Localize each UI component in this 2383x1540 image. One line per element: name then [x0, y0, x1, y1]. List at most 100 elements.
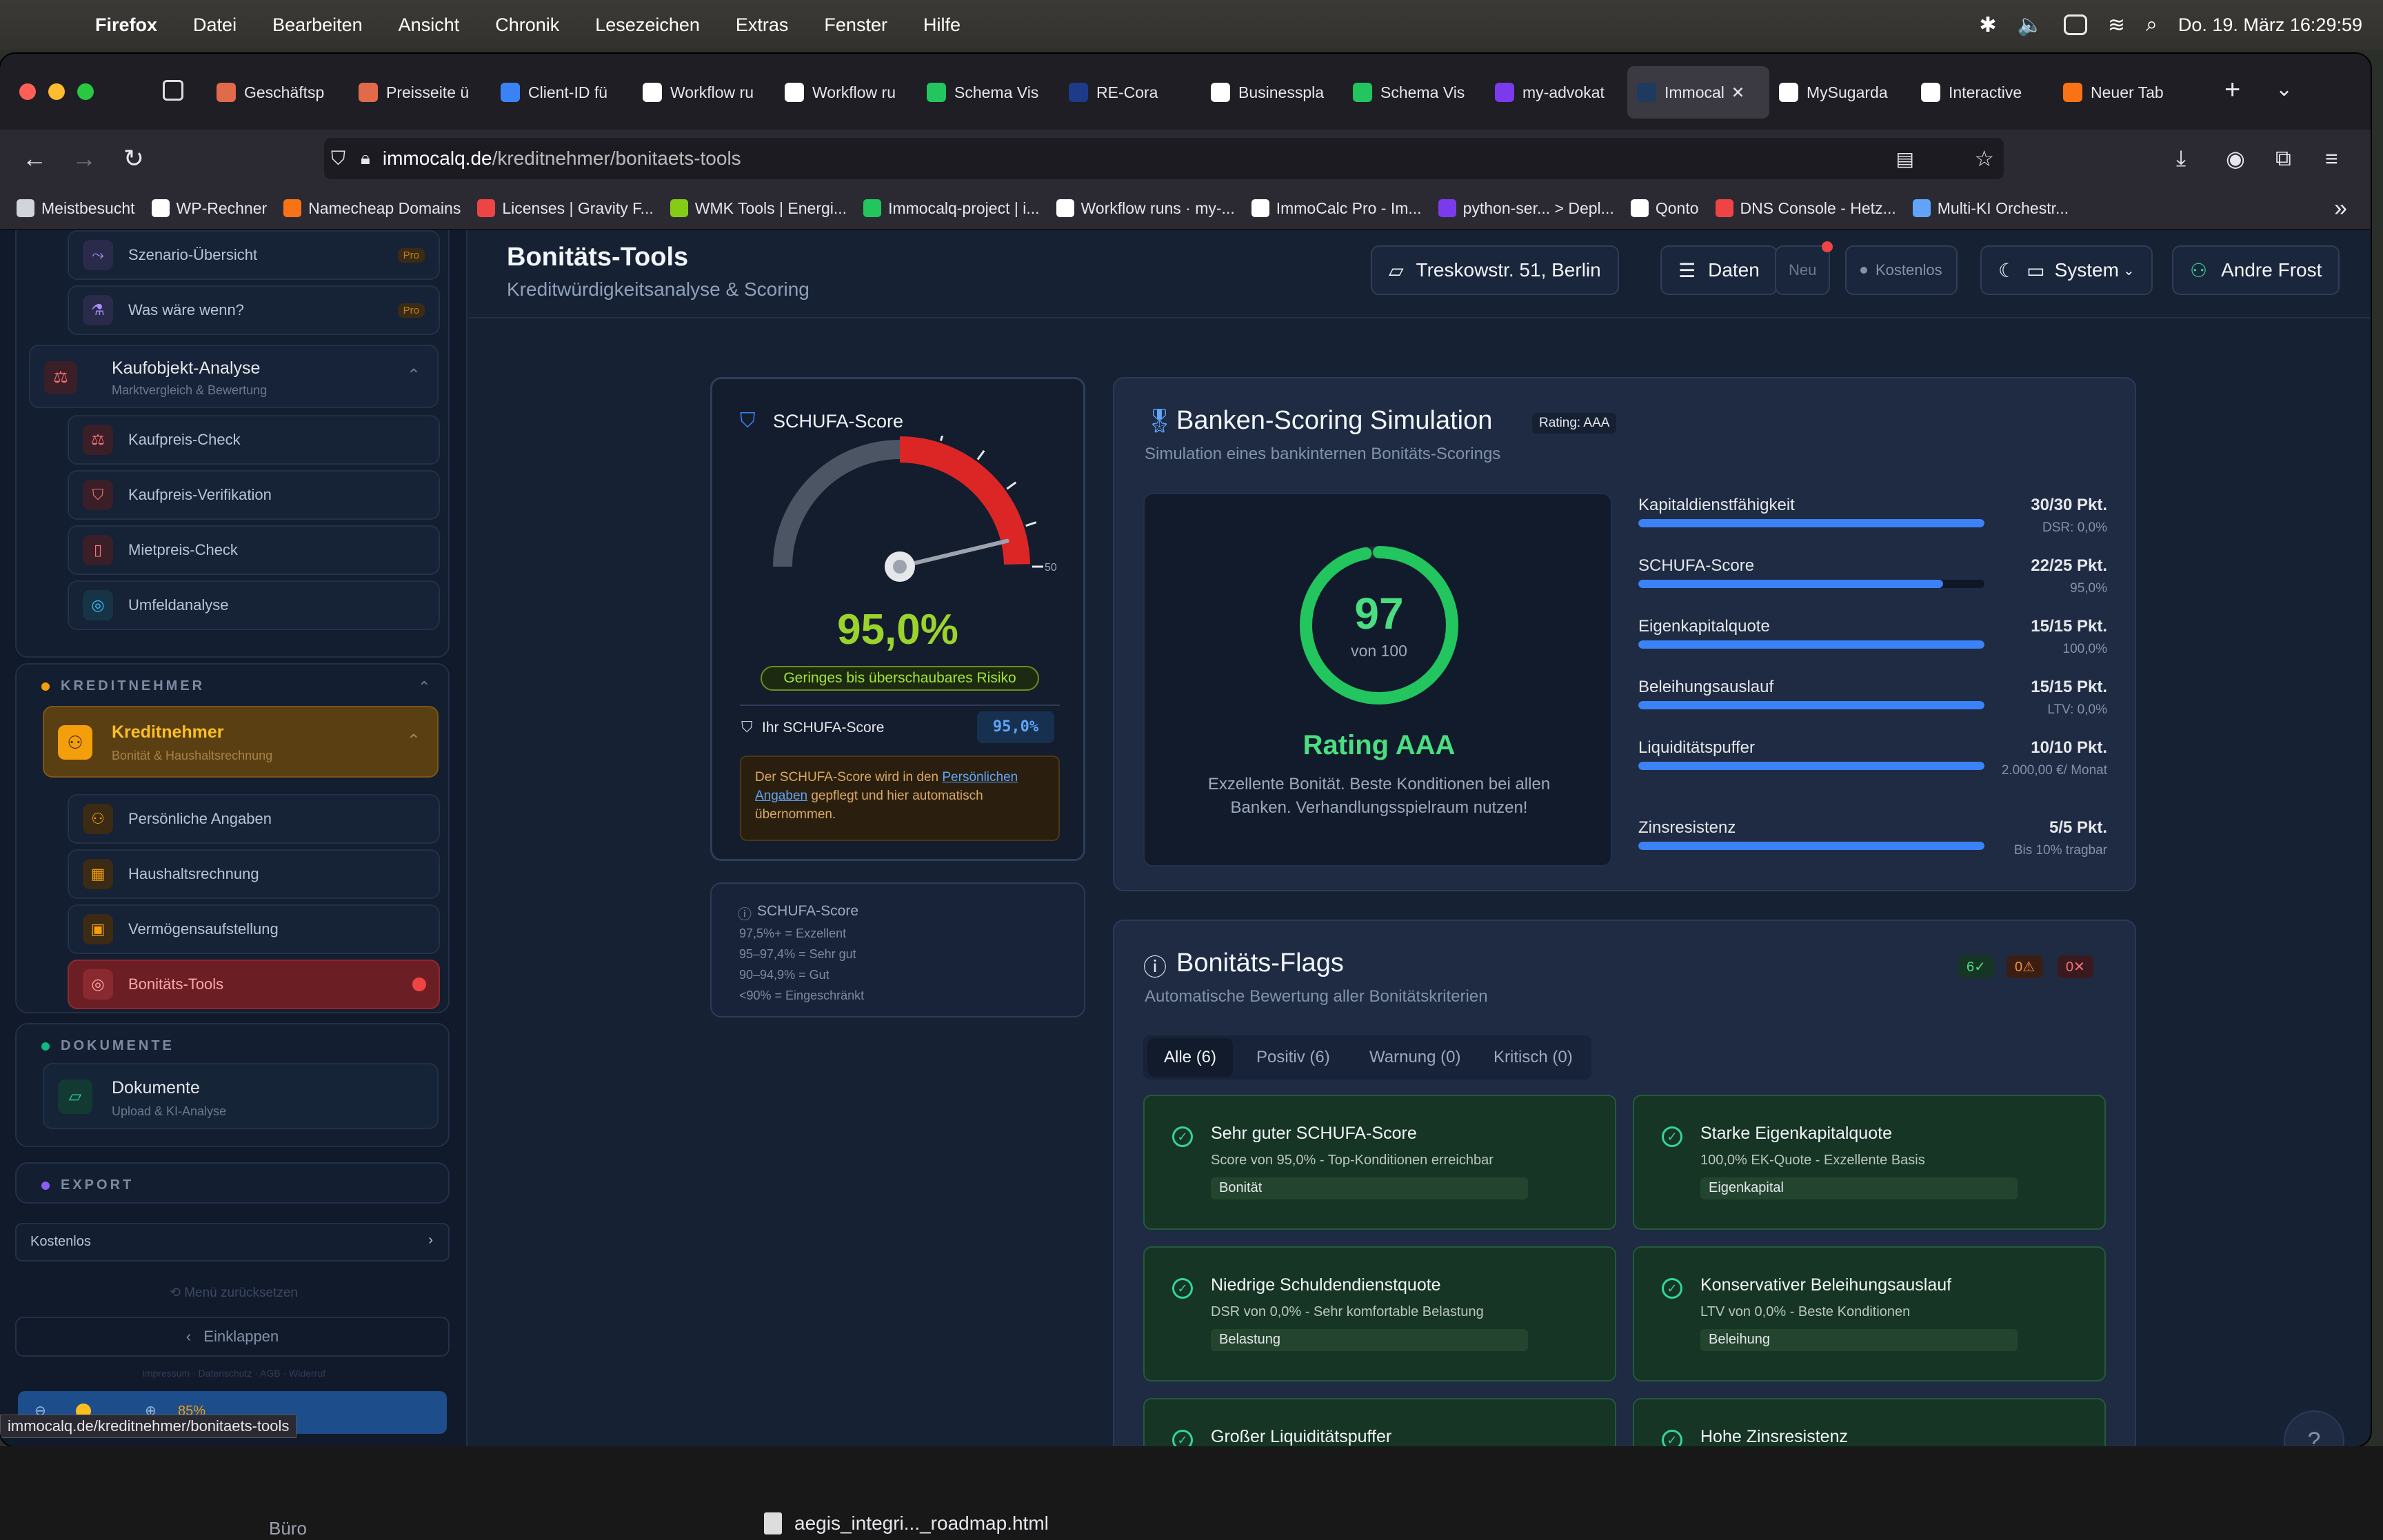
- bookmark-item[interactable]: WP-Rechner: [151, 199, 267, 218]
- bookmarks-overflow-icon[interactable]: »: [2334, 195, 2347, 222]
- flag-card[interactable]: ✓ Niedrige Schuldendienstquote DSR von 0,0…: [1143, 1246, 1616, 1381]
- browser-tab[interactable]: Preisseite ü: [349, 66, 491, 119]
- menu-ansicht[interactable]: Ansicht: [399, 14, 460, 36]
- sidebar-heading-kreditnehmer[interactable]: KREDITNEHMER: [41, 678, 205, 694]
- sidebar-item-was-waere-wenn[interactable]: ⚗ Was wäre wenn? Pro: [68, 285, 440, 335]
- menu-fenster[interactable]: Fenster: [824, 14, 887, 36]
- browser-tab[interactable]: Businesspla: [1201, 66, 1343, 119]
- reload-button[interactable]: ↻: [109, 144, 159, 173]
- new-button[interactable]: Neu: [1775, 241, 1833, 295]
- sidebar-item-bonitaets-tools[interactable]: ◎ Bonitäts-Tools: [68, 960, 440, 1009]
- sidebar-item-umfeldanalyse[interactable]: ◎ Umfeldanalyse: [68, 580, 440, 630]
- tab-list-chevron-icon[interactable]: ⌄: [2275, 77, 2293, 101]
- dock-folder-label[interactable]: Büro: [269, 1518, 307, 1539]
- chevron-up-icon[interactable]: ⌃: [407, 731, 421, 751]
- menu-bearbeiten[interactable]: Bearbeiten: [272, 14, 363, 36]
- menu-extras[interactable]: Extras: [736, 14, 789, 36]
- sidebar-item-persoenliche-angaben[interactable]: ⚇ Persönliche Angaben: [68, 794, 440, 844]
- url-bar[interactable]: ⛉ 🔒︎ immocalq.de /kreditnehmer/bonitaets…: [324, 138, 2004, 179]
- clock[interactable]: Do. 19. März 16:29:59: [2178, 14, 2362, 36]
- reset-menu-button[interactable]: ⟲ Menü zurücksetzen: [0, 1285, 467, 1301]
- bookmark-item[interactable]: ImmoCalc Pro - Im...: [1251, 199, 1422, 218]
- browser-tab[interactable]: my-advokat: [1485, 66, 1627, 119]
- sidebar-item-kaufpreis-verifikation[interactable]: ⛉ Kaufpreis-Verifikation: [68, 470, 440, 520]
- browser-tab[interactable]: Immocal ✕: [1627, 66, 1769, 119]
- chevron-up-icon[interactable]: ⌃: [407, 365, 421, 385]
- sidebar-section-dokumente[interactable]: ▱ Dokumente Upload & KI-Analyse: [43, 1063, 439, 1129]
- collapse-sidebar-button[interactable]: ‹ Einklappen: [15, 1317, 450, 1357]
- wifi-icon[interactable]: ≋: [2108, 13, 2125, 37]
- dock-file-label[interactable]: aegis_integri..._roadmap.html: [794, 1512, 1049, 1534]
- volume-icon[interactable]: 🔈: [2018, 13, 2043, 37]
- bluetooth-icon[interactable]: ✱: [1979, 13, 1996, 37]
- footer-links[interactable]: Impressum · Datenschutz · AGB · Widerruf: [0, 1368, 467, 1379]
- flag-card[interactable]: ✓Großer Liquiditätspuffer2.000,00 €/Mona…: [1143, 1398, 1616, 1446]
- flag-card[interactable]: ✓ Sehr guter SCHUFA-Score Score von 95,0% …: [1143, 1095, 1616, 1230]
- chevron-up-icon[interactable]: ⌃: [418, 678, 430, 696]
- plan-badge[interactable]: Kostenlos: [1845, 245, 1958, 295]
- flag-card[interactable]: ✓Hohe ZinsresistenzTragbar bis 10% Zinse…: [1633, 1398, 2106, 1446]
- property-selector-button[interactable]: ▱ Treskowstr. 51, Berlin: [1371, 245, 1619, 295]
- bookmark-item[interactable]: WMK Tools | Energi...: [670, 199, 847, 218]
- extensions-icon[interactable]: ⧉: [2275, 145, 2291, 172]
- plan-selector[interactable]: Kostenlos ›: [15, 1223, 450, 1262]
- tab-overview-icon[interactable]: [163, 80, 183, 101]
- menu-hilfe[interactable]: Hilfe: [923, 14, 961, 36]
- bookmark-item[interactable]: Licenses | Gravity F...: [477, 199, 654, 218]
- sidebar-heading-dokumente[interactable]: DOKUMENTE: [41, 1038, 174, 1054]
- flag-card[interactable]: ✓ Starke Eigenkapitalquote 100,0% EK-Quote…: [1633, 1095, 2106, 1230]
- user-menu-button[interactable]: ⚇ Andre Frost: [2172, 245, 2340, 295]
- bookmark-item[interactable]: Immocalq-project | i...: [863, 199, 1040, 218]
- browser-tab[interactable]: Neuer Tab: [2053, 66, 2195, 119]
- bookmark-star-icon[interactable]: ☆: [1974, 145, 1994, 172]
- account-icon[interactable]: ◉: [2226, 145, 2245, 172]
- close-tab-icon[interactable]: ✕: [1731, 83, 1744, 102]
- bookmark-item[interactable]: Workflow runs · my-...: [1056, 199, 1235, 218]
- sidebar-item-kaufpreis-check[interactable]: ⚖ Kaufpreis-Check: [68, 415, 440, 465]
- browser-tab[interactable]: MySugarda: [1769, 66, 1911, 119]
- sidebar-item-mietpreis-check[interactable]: ▯ Mietpreis-Check: [68, 525, 440, 575]
- forward-button[interactable]: →: [59, 144, 109, 173]
- shield-icon[interactable]: ⛉: [331, 148, 345, 170]
- browser-tab[interactable]: Workflow ru: [633, 66, 775, 119]
- sidebar-item-haushaltsrechnung[interactable]: ▦ Haushaltsrechnung: [68, 849, 440, 899]
- browser-tab[interactable]: Client-ID fü: [491, 66, 633, 119]
- download-icon[interactable]: ⤓: [2176, 145, 2186, 172]
- tab-kritisch[interactable]: Kritisch (0): [1477, 1035, 1589, 1080]
- help-button[interactable]: ?: [2284, 1410, 2344, 1446]
- browser-tab[interactable]: Workflow ru: [775, 66, 917, 119]
- bookmark-item[interactable]: Namecheap Domains: [283, 199, 461, 218]
- bookmark-item[interactable]: DNS Console - Hetz...: [1715, 199, 1896, 218]
- sidebar-section-kreditnehmer[interactable]: ⚇ Kreditnehmer Bonität & Haushaltsrechnu…: [43, 706, 439, 778]
- minimize-window-button[interactable]: [48, 83, 65, 100]
- tab-alle[interactable]: Alle (6): [1147, 1038, 1234, 1077]
- search-icon[interactable]: ⌕: [2146, 13, 2158, 37]
- data-button[interactable]: ☰ Daten: [1660, 245, 1778, 295]
- close-window-button[interactable]: [19, 83, 36, 100]
- bookmark-item[interactable]: Qonto: [1630, 199, 1699, 218]
- bookmark-item[interactable]: Meistbesucht: [17, 199, 135, 218]
- sidebar-item-vermoegensaufstellung[interactable]: ▣ Vermögensaufstellung: [68, 904, 440, 954]
- tab-warnung[interactable]: Warnung (0): [1353, 1035, 1478, 1080]
- theme-selector-button[interactable]: ☾ ▭ System ⌄: [1980, 245, 2153, 295]
- sidebar-item-szenario[interactable]: ⤳ Szenario-Übersicht Pro: [68, 230, 440, 280]
- sidebar-heading-export[interactable]: EXPORT: [41, 1177, 134, 1193]
- browser-tab[interactable]: Schema Vis: [917, 66, 1059, 119]
- flag-card[interactable]: ✓ Konservativer Beleihungsauslauf LTV von …: [1633, 1246, 2106, 1381]
- menu-datei[interactable]: Datei: [193, 14, 237, 36]
- browser-tab[interactable]: Geschäftsp: [207, 66, 349, 119]
- menu-app[interactable]: Firefox: [95, 14, 157, 36]
- tab-positiv[interactable]: Positiv (6): [1240, 1035, 1347, 1080]
- zoom-window-button[interactable]: [77, 83, 94, 100]
- menu-lesezeichen[interactable]: Lesezeichen: [595, 14, 700, 36]
- browser-tab[interactable]: RE-Cora: [1059, 66, 1201, 119]
- menu-hamburger-icon[interactable]: ≡: [2325, 146, 2338, 172]
- bookmark-item[interactable]: python-ser... > Depl...: [1438, 199, 1614, 218]
- reader-view-icon[interactable]: ▤: [1896, 148, 1914, 170]
- battery-icon[interactable]: [2063, 14, 2087, 35]
- back-button[interactable]: ←: [10, 144, 59, 173]
- new-tab-button[interactable]: +: [2224, 74, 2240, 105]
- browser-tab[interactable]: Schema Vis: [1343, 66, 1485, 119]
- menu-chronik[interactable]: Chronik: [495, 14, 559, 36]
- bookmark-item[interactable]: Multi-KI Orchestr...: [1912, 199, 2069, 218]
